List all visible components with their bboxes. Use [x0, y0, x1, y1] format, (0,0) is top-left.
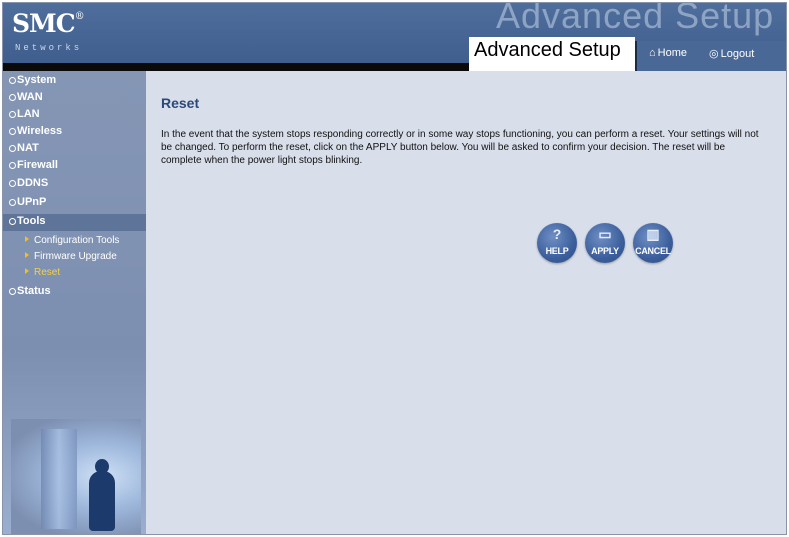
- cancel-label: CANCEL: [635, 246, 671, 256]
- page-header-title: Advanced Setup: [474, 39, 621, 61]
- logout-icon: ◎: [709, 48, 719, 60]
- home-label: Home: [657, 47, 687, 59]
- sidebar-item-label: WAN: [17, 91, 43, 103]
- header-watermark: Advanced Setup: [496, 2, 775, 36]
- sidebar-subitem-configuration-tools[interactable]: Configuration Tools: [25, 235, 119, 246]
- bullet-icon: [9, 162, 16, 169]
- header-nav: ⌂ Home ◎ Logout: [635, 41, 786, 71]
- sidebar-illustration: [11, 419, 141, 534]
- bullet-icon: [9, 199, 16, 206]
- bullet-icon: [9, 94, 16, 101]
- sidebar-item-ddns[interactable]: DDNS: [3, 176, 146, 192]
- sidebar-item-firewall[interactable]: Firewall: [3, 158, 146, 174]
- help-label: HELP: [545, 246, 569, 256]
- brand-tagline: Networks: [15, 43, 83, 53]
- sidebar-item-label: System: [17, 74, 57, 86]
- sidebar-item-label: Tools: [17, 215, 46, 227]
- home-icon: ⌂: [649, 47, 656, 59]
- cancel-button[interactable]: ▥ CANCEL: [633, 223, 673, 263]
- bullet-icon: [9, 288, 16, 295]
- sidebar-subitem-label: Firmware Upgrade: [34, 251, 117, 262]
- person-silhouette: [89, 471, 115, 531]
- sidebar-item-label: LAN: [17, 108, 40, 120]
- bullet-icon: [9, 218, 16, 225]
- main-content: Reset In the event that the system stops…: [146, 71, 786, 534]
- sidebar-subitem-reset[interactable]: Reset: [25, 267, 60, 278]
- sidebar-item-status[interactable]: Status: [3, 284, 146, 300]
- sidebar: System WAN LAN Wireless NAT Firewall DDN…: [3, 71, 146, 534]
- arrow-icon: [25, 252, 29, 258]
- bullet-icon: [9, 77, 16, 84]
- logout-label: Logout: [720, 48, 755, 60]
- sidebar-item-system[interactable]: System: [3, 73, 146, 89]
- sidebar-item-label: NAT: [17, 142, 39, 154]
- sidebar-item-lan[interactable]: LAN: [3, 107, 146, 123]
- trash-icon: ▥: [646, 226, 660, 242]
- bullet-icon: [9, 180, 16, 187]
- help-button[interactable]: ? HELP: [537, 223, 577, 263]
- sidebar-item-label: Firewall: [17, 159, 58, 171]
- sidebar-item-wan[interactable]: WAN: [3, 90, 146, 106]
- reset-description: In the event that the system stops respo…: [161, 129, 759, 166]
- home-link[interactable]: ⌂ Home: [649, 47, 687, 59]
- sidebar-item-upnp[interactable]: UPnP: [3, 195, 146, 211]
- sidebar-subitem-label: Reset: [34, 267, 61, 278]
- sidebar-subitem-firmware-upgrade[interactable]: Firmware Upgrade: [25, 251, 117, 262]
- bullet-icon: [9, 111, 16, 118]
- sidebar-item-label: DDNS: [17, 177, 49, 189]
- question-icon: ?: [552, 226, 562, 242]
- sidebar-item-label: Status: [17, 285, 51, 297]
- header: SMC® Networks Advanced Setup Advanced Se…: [3, 3, 786, 71]
- sidebar-item-wireless[interactable]: Wireless: [3, 124, 146, 140]
- page-title: Reset: [161, 95, 200, 111]
- apply-icon: ▭: [598, 226, 612, 242]
- arrow-icon: [25, 268, 29, 274]
- logout-link[interactable]: ◎ Logout: [709, 47, 754, 60]
- apply-label: APPLY: [591, 246, 619, 256]
- bullet-icon: [9, 145, 16, 152]
- sidebar-item-tools[interactable]: Tools: [3, 214, 146, 231]
- header-divider: [3, 63, 469, 71]
- apply-button[interactable]: ▭ APPLY: [585, 223, 625, 263]
- sidebar-subitem-label: Configuration Tools: [34, 235, 120, 246]
- brand-logo: SMC®: [12, 9, 85, 38]
- arrow-icon: [25, 236, 29, 242]
- page-frame: SMC® Networks Advanced Setup Advanced Se…: [2, 2, 787, 535]
- sidebar-item-label: Wireless: [17, 125, 63, 137]
- bullet-icon: [9, 128, 16, 135]
- sidebar-item-nat[interactable]: NAT: [3, 141, 146, 157]
- sidebar-item-label: UPnP: [17, 196, 47, 208]
- doorway-shape: [41, 429, 77, 529]
